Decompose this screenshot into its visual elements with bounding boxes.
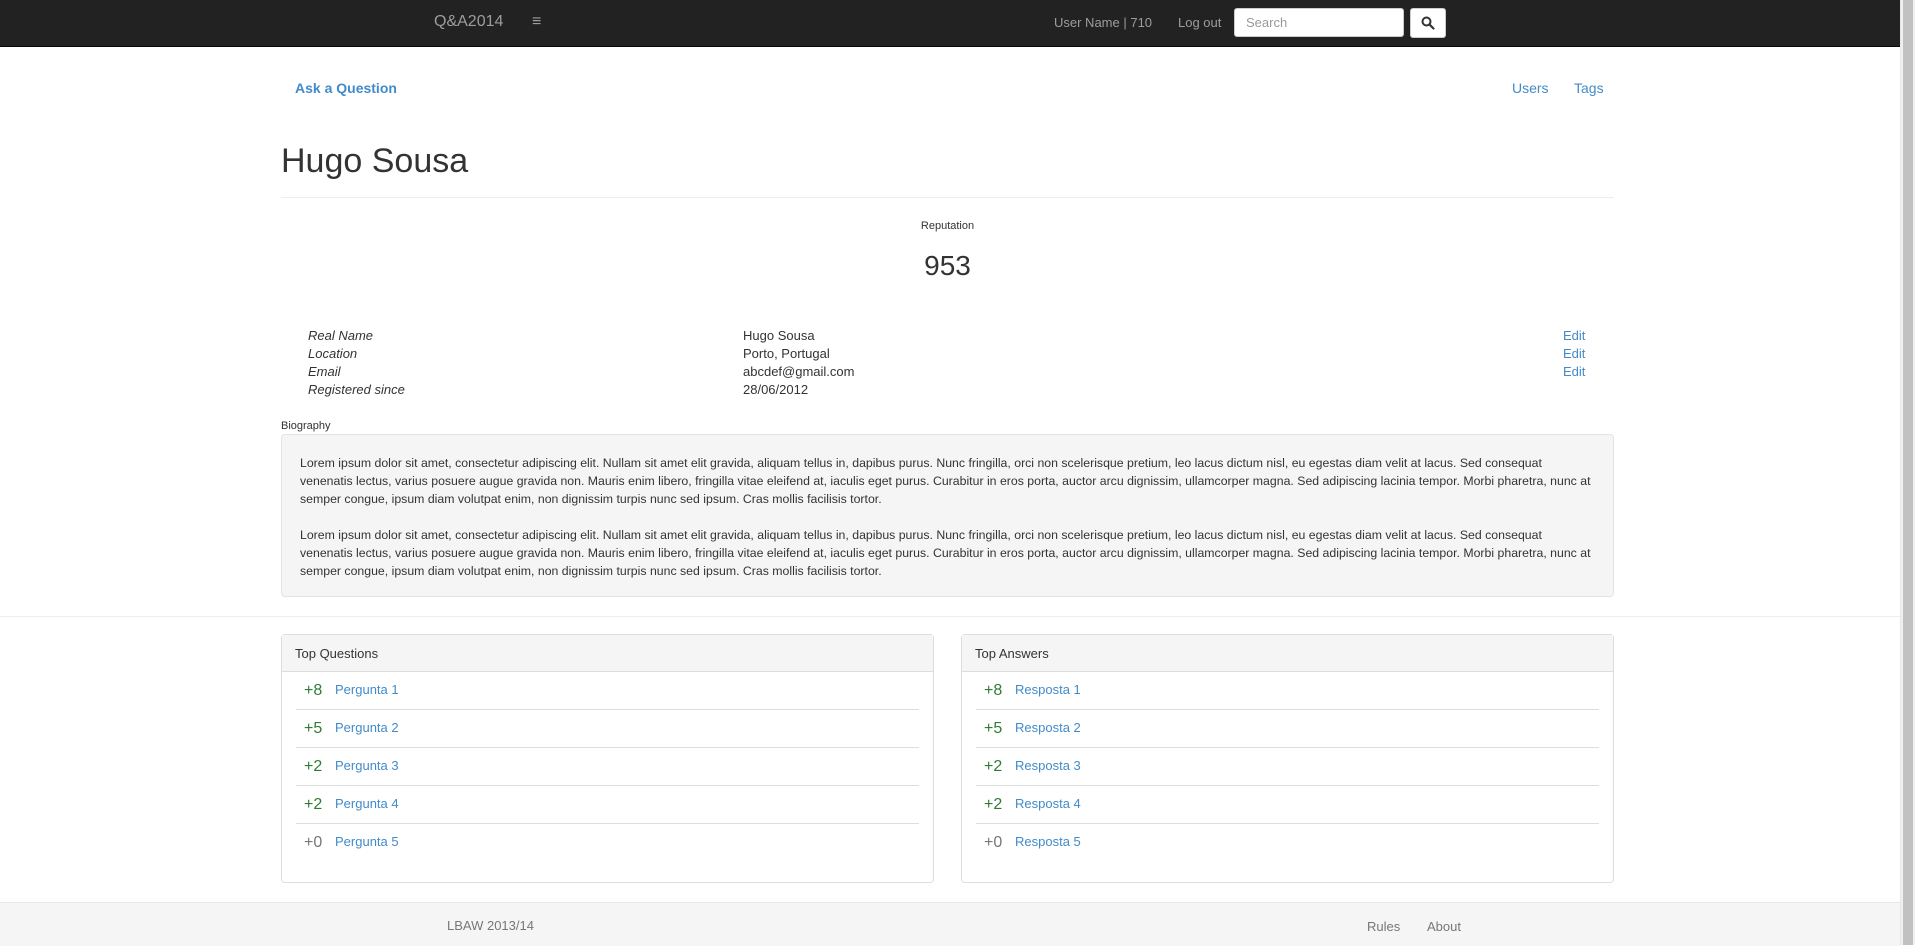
question-link[interactable]: Pergunta 4 (335, 796, 399, 811)
edit-location-link[interactable]: Edit (1563, 346, 1585, 361)
score-badge: +0 (984, 834, 1003, 851)
top-navbar: Q&A2014 ≡ User Name | 710 Log out Search (0, 0, 1900, 47)
user-info-link[interactable]: User Name | 710 (1054, 15, 1152, 30)
logout-link[interactable]: Log out (1178, 15, 1221, 30)
ask-question-link[interactable]: Ask a Question (295, 80, 397, 96)
score-badge: +0 (304, 834, 323, 851)
list-item: +8 Resposta 1 (976, 672, 1599, 710)
biography-paragraph: Lorem ipsum dolor sit amet, consectetur … (300, 528, 1591, 578)
tags-link[interactable]: Tags (1574, 80, 1604, 96)
brand-link[interactable]: Q&A2014 (434, 13, 503, 31)
location-value: Porto, Portugal (743, 346, 830, 361)
score-badge: +2 (304, 758, 323, 775)
list-item: +0 Pergunta 5 (296, 824, 919, 861)
question-link[interactable]: Pergunta 2 (335, 720, 399, 735)
reputation-label: Reputation (920, 220, 975, 232)
title-divider (281, 197, 1614, 198)
answer-link[interactable]: Resposta 2 (1015, 720, 1081, 735)
answer-link[interactable]: Resposta 3 (1015, 758, 1081, 773)
score-badge: +5 (984, 720, 1003, 737)
email-value: abcdef@gmail.com (743, 364, 855, 379)
menu-icon[interactable]: ≡ (532, 13, 541, 31)
question-link[interactable]: Pergunta 1 (335, 682, 399, 697)
top-answers-heading: Top Answers (962, 635, 1613, 672)
section-divider (0, 616, 1900, 617)
top-answers-list: +8 Resposta 1 +5 Resposta 2 +2 Resposta … (962, 672, 1613, 861)
real-name-value: Hugo Sousa (743, 328, 815, 343)
answer-link[interactable]: Resposta 4 (1015, 796, 1081, 811)
list-item: +8 Pergunta 1 (296, 672, 919, 710)
search-input[interactable]: Search (1234, 8, 1404, 37)
score-badge: +2 (984, 796, 1003, 813)
score-badge: +8 (304, 682, 323, 699)
score-badge: +2 (304, 796, 323, 813)
list-item: +5 Pergunta 2 (296, 710, 919, 748)
edit-real-name-link[interactable]: Edit (1563, 328, 1585, 343)
top-questions-panel: Top Questions +8 Pergunta 1 +5 Pergunta … (281, 634, 934, 883)
question-link[interactable]: Pergunta 3 (335, 758, 399, 773)
top-questions-heading: Top Questions (282, 635, 933, 672)
location-label: Location (308, 346, 358, 361)
footer-copyright: LBAW 2013/14 (447, 918, 534, 933)
scrollbar-thumb[interactable] (1903, 0, 1913, 945)
reputation-value: 953 (924, 250, 971, 281)
top-answers-panel: Top Answers +8 Resposta 1 +5 Resposta 2 … (961, 634, 1614, 883)
list-item: +2 Resposta 3 (976, 748, 1599, 786)
registered-since-label: Registered since (308, 382, 405, 397)
top-questions-list: +8 Pergunta 1 +5 Pergunta 2 +2 Pergunta … (282, 672, 933, 861)
list-item: +5 Resposta 2 (976, 710, 1599, 748)
answer-link[interactable]: Resposta 1 (1015, 682, 1081, 697)
real-name-label: Real Name (308, 328, 374, 343)
list-item: +2 Pergunta 3 (296, 748, 919, 786)
score-badge: +8 (984, 682, 1003, 699)
answer-link[interactable]: Resposta 5 (1015, 834, 1081, 849)
page-title: Hugo Sousa (281, 142, 469, 180)
email-label: Email (308, 364, 341, 379)
biography-box: Lorem ipsum dolor sit amet, consectetur … (281, 434, 1614, 597)
users-link[interactable]: Users (1512, 80, 1549, 96)
footer: LBAW 2013/14 Rules About (0, 902, 1900, 946)
edit-email-link[interactable]: Edit (1563, 364, 1585, 379)
search-icon (1421, 16, 1435, 30)
list-item: +2 Pergunta 4 (296, 786, 919, 824)
question-link[interactable]: Pergunta 5 (335, 834, 399, 849)
biography-paragraph: Lorem ipsum dolor sit amet, consectetur … (300, 456, 1591, 506)
list-item: +0 Resposta 5 (976, 824, 1599, 861)
registered-since-value: 28/06/2012 (743, 382, 809, 397)
score-badge: +2 (984, 758, 1003, 775)
rules-link[interactable]: Rules (1367, 919, 1400, 934)
biography-label: Biography (281, 420, 331, 432)
list-item: +2 Resposta 4 (976, 786, 1599, 824)
about-link[interactable]: About (1427, 919, 1461, 934)
search-button[interactable] (1410, 8, 1446, 38)
score-badge: +5 (304, 720, 323, 737)
vertical-scrollbar[interactable] (1900, 0, 1915, 945)
